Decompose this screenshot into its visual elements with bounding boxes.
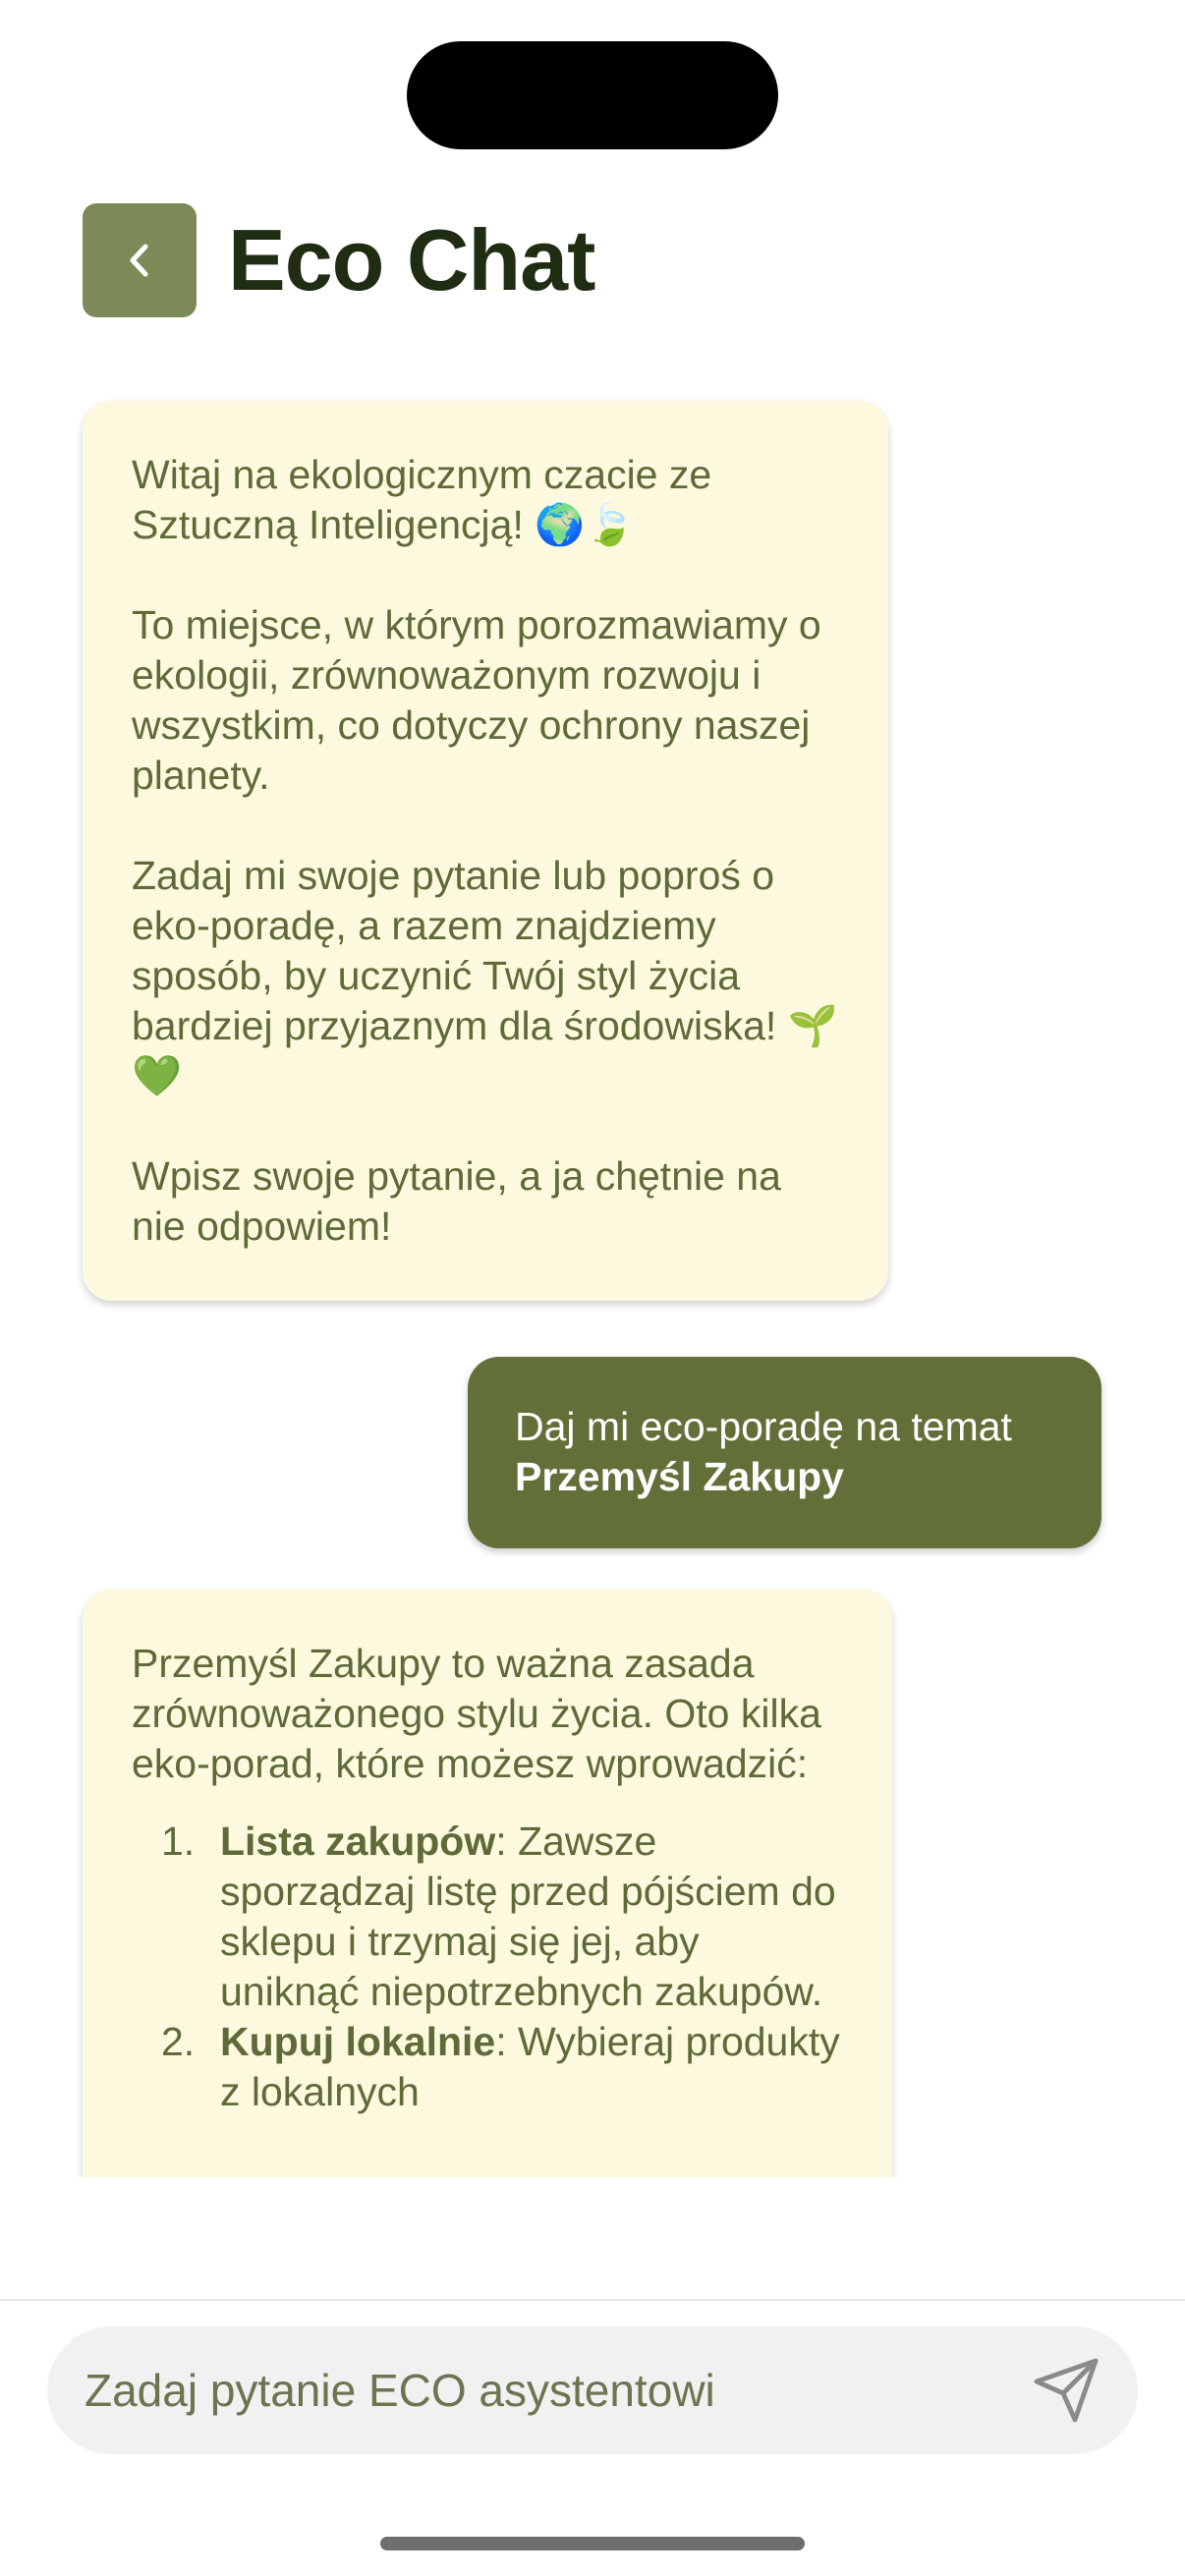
message-composer <box>47 2326 1138 2454</box>
list-item: 1. Lista zakupów: Zawsze sporządzaj list… <box>132 1817 843 2017</box>
tip-title: Kupuj lokalnie <box>220 2019 496 2064</box>
home-indicator <box>380 2537 805 2550</box>
message-input[interactable] <box>47 2363 1012 2418</box>
message-text: Daj mi eco-poradę na temat <box>515 1404 1012 1449</box>
chat-messages[interactable]: Witaj na ekologicznym czacie ze Sztuczną… <box>0 393 1185 2177</box>
back-button[interactable] <box>83 203 197 317</box>
chevron-left-icon <box>130 244 148 277</box>
list-number: 2. <box>161 2019 196 2064</box>
bot-welcome-message: Witaj na ekologicznym czacie ze Sztuczną… <box>83 401 888 1301</box>
send-button[interactable] <box>1012 2336 1120 2444</box>
header: Eco Chat <box>83 203 595 317</box>
bot-reply-message: Przemyśl Zakupy to ważna zasada zrównowa… <box>83 1590 892 2177</box>
message-text: Wpisz swoje pytanie, a ja chętnie na nie… <box>132 1153 781 1249</box>
page-title: Eco Chat <box>228 211 595 308</box>
divider <box>0 2299 1185 2301</box>
message-text: Przemyśl Zakupy to ważna zasada zrównowa… <box>132 1641 821 1786</box>
user-message: Daj mi eco-poradę na temat Przemyśl Zaku… <box>468 1357 1101 1548</box>
message-text: To miejsce, w którym porozmawiamy o ekol… <box>132 602 821 798</box>
tip-title: Lista zakupów <box>220 1819 496 1864</box>
message-text: Zadaj mi swoje pytanie lub poproś o eko-… <box>132 853 838 1098</box>
dynamic-island <box>407 41 778 149</box>
list-number: 1. <box>161 1819 196 1864</box>
paper-plane-icon <box>1034 2358 1099 2423</box>
tips-list: 1. Lista zakupów: Zawsze sporządzaj list… <box>132 1817 843 2117</box>
message-text: Witaj na ekologicznym czacie ze Sztuczną… <box>132 452 712 547</box>
message-topic: Przemyśl Zakupy <box>515 1454 844 1499</box>
list-item: 2. Kupuj lokalnie: Wybieraj produkty z l… <box>132 2017 843 2117</box>
